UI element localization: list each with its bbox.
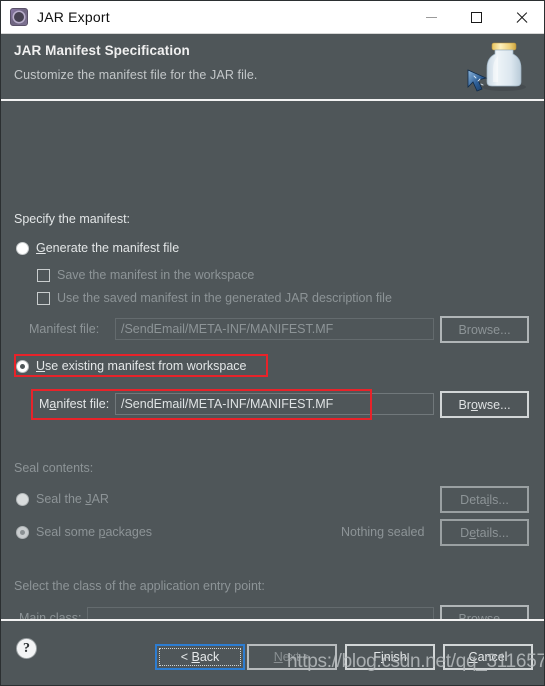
entry-point-label: Select the class of the application entr…	[14, 579, 265, 593]
next-button[interactable]: Next >	[247, 644, 337, 670]
jar-bottle-icon	[467, 42, 526, 92]
generate-manifest-radio[interactable]: Generate the manifest file	[16, 241, 179, 255]
manifest-file-active-browse-button[interactable]: Browse...	[440, 391, 529, 418]
seal-jar-radio[interactable]: Seal the JAR	[16, 492, 109, 506]
entry-point-label-row: Select the class of the application entr…	[14, 579, 265, 593]
help-icon[interactable]: ?	[16, 638, 37, 659]
use-saved-manifest-checkbox[interactable]: Use the saved manifest in the generated …	[37, 291, 392, 305]
use-saved-manifest-label: Use the saved manifest in the generated …	[57, 291, 392, 305]
radio-indicator-seal-packages	[16, 525, 29, 539]
use-existing-manifest-radio[interactable]: Use existing manifest from workspace	[16, 359, 247, 373]
finish-button[interactable]: Finish	[345, 644, 435, 670]
seal-status-row: Nothing sealed	[341, 525, 424, 539]
focus-ring	[159, 648, 241, 666]
seal-status-text: Nothing sealed	[341, 525, 425, 539]
maximize-icon	[471, 11, 482, 23]
generate-manifest-label: Generate the manifest file	[36, 241, 180, 255]
radio-indicator-use-existing	[16, 359, 29, 373]
use-existing-manifest-label: Use existing manifest from workspace	[36, 359, 247, 373]
footer-separator	[1, 619, 544, 621]
seal-contents-label: Seal contents:	[14, 461, 94, 475]
minimize-button[interactable]	[409, 1, 454, 33]
manifest-file-active-label: Manifest file:	[39, 397, 110, 411]
specify-manifest-label: Specify the manifest:	[14, 212, 131, 226]
radio-indicator-seal-jar	[16, 492, 29, 506]
seal-jar-details-button[interactable]: Details...	[440, 486, 529, 513]
manifest-file-disabled-label-row: Manifest file:	[29, 322, 99, 336]
manifest-file-disabled-input[interactable]	[115, 318, 434, 340]
browse-active-label: Browse...	[458, 397, 511, 412]
save-manifest-checkbox[interactable]: Save the manifest in the workspace	[37, 268, 254, 282]
cancel-button-label: Cancel	[468, 650, 508, 664]
window-controls	[409, 1, 544, 33]
manifest-file-active-label-row: Manifest file:	[39, 397, 109, 411]
manifest-file-disabled-label: Manifest file:	[29, 322, 100, 336]
specify-manifest-label-row: Specify the manifest:	[14, 212, 130, 226]
radio-indicator-generate	[16, 241, 29, 255]
close-button[interactable]	[499, 1, 544, 33]
seal-contents-label-row: Seal contents:	[14, 461, 93, 475]
checkbox-indicator-save-manifest	[37, 268, 50, 282]
jar-export-dialog: JAR Export JAR Manifest Specification Cu…	[0, 0, 545, 686]
next-button-label: Next >	[273, 650, 311, 664]
seal-packages-label: Seal some packages	[36, 525, 153, 539]
back-button[interactable]: < Back	[155, 644, 245, 670]
manifest-file-disabled-browse-button[interactable]: Browse...	[440, 316, 529, 343]
jar-export-icon	[10, 8, 28, 26]
browse-disabled-label: Browse...	[458, 322, 511, 337]
seal-packages-details-button[interactable]: Details...	[440, 519, 529, 546]
title-bar: JAR Export	[1, 1, 544, 34]
seal-packages-radio[interactable]: Seal some packages	[16, 525, 152, 539]
finish-button-label: Finish	[373, 650, 407, 664]
close-icon	[515, 11, 528, 24]
seal-packages-details-label: Details...	[460, 525, 509, 540]
minimize-icon	[426, 16, 437, 18]
cancel-button[interactable]: Cancel	[443, 644, 533, 670]
maximize-button[interactable]	[454, 1, 499, 33]
seal-jar-label: Seal the JAR	[36, 492, 109, 506]
dialog-body: Specify the manifest: Generate the manif…	[1, 101, 544, 632]
seal-jar-details-label: Details...	[460, 492, 509, 507]
checkbox-indicator-use-saved-manifest	[37, 291, 50, 305]
window-title: JAR Export	[37, 9, 110, 25]
save-manifest-label: Save the manifest in the workspace	[57, 268, 255, 282]
wizard-header: JAR Manifest Specification Customize the…	[1, 34, 544, 101]
manifest-file-active-input[interactable]	[115, 393, 434, 415]
